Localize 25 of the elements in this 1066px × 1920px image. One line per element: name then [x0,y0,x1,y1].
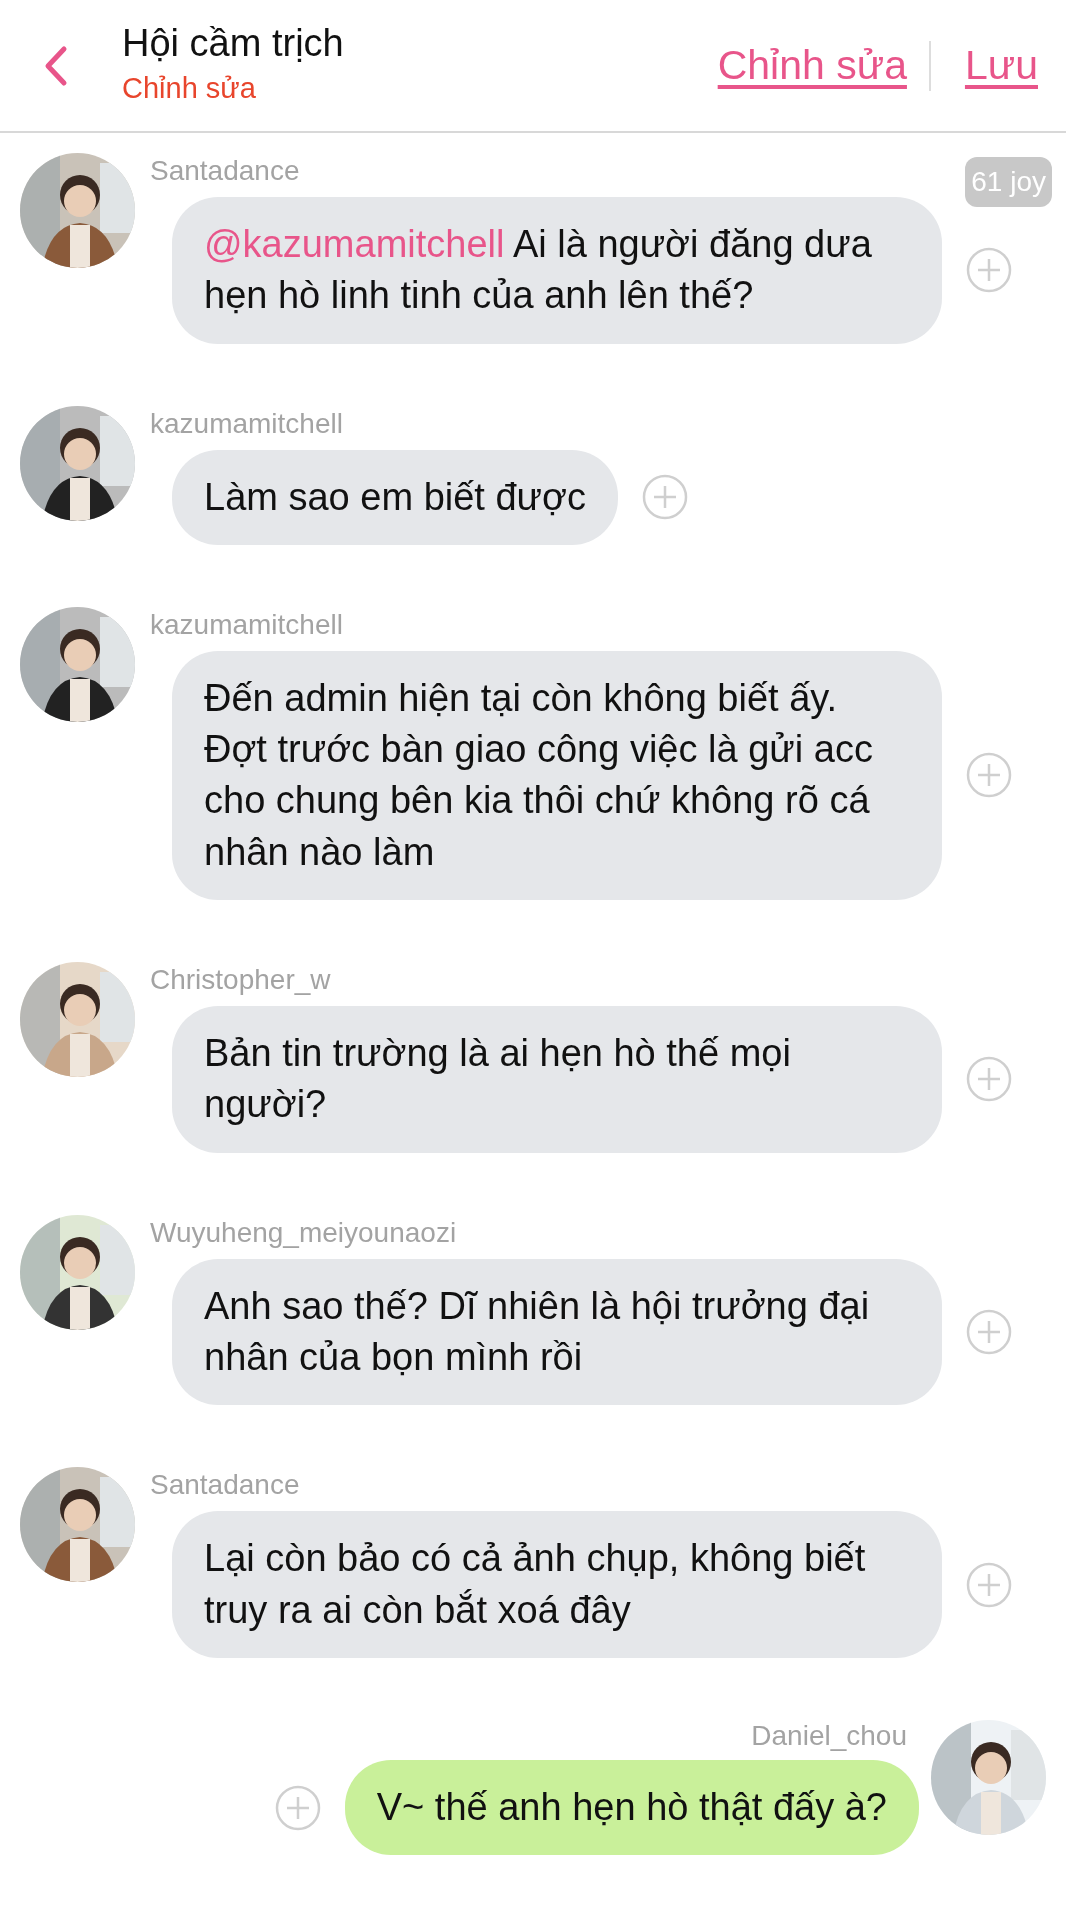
message-bubble: Lại còn bảo có cả ảnh chụp, không biết truy ra ai còn bắt xoá đây [172,1511,942,1658]
message-bubble: Bản tin trường là ai hẹn hò thế mọi người? [172,1006,942,1153]
message-bubble: V~ thế anh hẹn hò thật đấy à? [344,1759,919,1856]
chat-subtitle: Chỉnh sửa [122,70,257,106]
author-name: kazumamitchell [150,409,343,438]
add-reaction-icon[interactable] [274,1784,321,1831]
author-name: Daniel_chou [751,1721,907,1750]
save-link[interactable]: Lưu [964,34,1038,97]
message-bubble: Đến admin hiện tại còn không biết ấy. Đợt trước bàn giao công việc là gửi acc cho chung bên kia thôi chứ không rõ cá nhân nào làm [172,650,942,901]
edit-link[interactable]: Chỉnh sửa [717,34,907,97]
add-reaction-icon[interactable] [966,1561,1012,1608]
author-name: kazumamitchell [150,610,343,639]
add-reaction-icon[interactable] [966,752,1012,799]
author-name: Santadance [150,157,300,185]
chat-title: Hội cầm trịch [122,20,344,66]
add-reaction-icon[interactable] [966,1308,1012,1355]
message-bubble: Làm sao em biết được [172,449,618,545]
add-reaction-icon[interactable] [966,247,1012,294]
message-bubble: @kazumamitchell Ai là người đăng dưa hẹn hò linh tinh của anh lên thế? [172,197,942,344]
author-name: Santadance [150,1471,300,1500]
author-name: Christopher_w [150,966,331,995]
add-reaction-icon[interactable] [641,474,688,521]
message-bubble: Anh sao thế? Dĩ nhiên là hội trưởng đại nhân của bọn mình rồi [172,1258,942,1406]
add-reaction-icon[interactable] [966,1056,1012,1103]
author-name: Wuyuheng_meiyounaozi [150,1218,457,1247]
